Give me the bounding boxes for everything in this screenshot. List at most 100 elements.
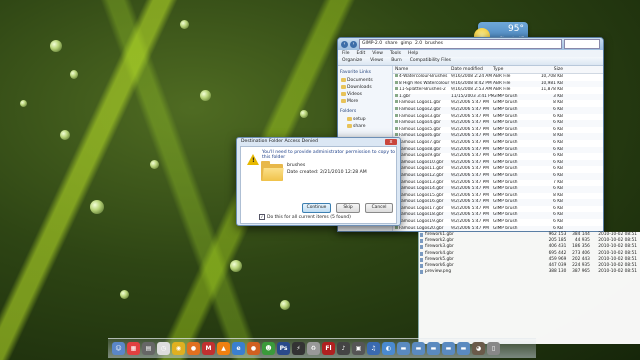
vlc-icon[interactable]: ▲	[217, 342, 230, 355]
cancel-button[interactable]: Cancel	[365, 203, 393, 213]
burn-button[interactable]: Burn	[391, 57, 402, 65]
forward-arrow-icon[interactable]: ›	[350, 40, 357, 48]
folder4-icon[interactable]: ▬	[442, 342, 455, 355]
cell-type: GIMP brush	[493, 113, 518, 119]
sidebar-item-more[interactable]: More	[340, 98, 390, 105]
folder2-icon[interactable]: ▬	[412, 342, 425, 355]
search-input[interactable]	[564, 39, 600, 49]
menu-view[interactable]: View	[372, 50, 383, 57]
tree-item-setup[interactable]: setup	[346, 116, 390, 123]
tree-item-share[interactable]: share	[346, 123, 390, 130]
table-row[interactable]: Famous Logos12.gbr 9/2/2006 5:47 PM GIMP b…	[393, 172, 603, 180]
folder5-icon[interactable]: ▬	[457, 342, 470, 355]
cell-name: Famous Logos8.gbr	[393, 147, 451, 154]
breadcrumb-item[interactable]: gimp	[401, 40, 412, 48]
breadcrumb-item[interactable]: share	[385, 40, 397, 48]
table-row[interactable]: Famous Logos7.gbr 9/2/2006 5:47 PM GIMP br…	[393, 140, 603, 147]
gimp-icon[interactable]: ◕	[472, 342, 485, 355]
cell-type: GIMP brush	[493, 133, 518, 139]
table-row[interactable]: Famous Logos4.gbr 9/2/2006 5:47 PM GIMP br…	[393, 120, 603, 127]
folder1-icon[interactable]: ▬	[397, 342, 410, 355]
calculator-icon[interactable]: ▤	[142, 342, 155, 355]
column-date[interactable]: Date modified	[451, 66, 493, 73]
media-icon[interactable]: ◐	[382, 342, 395, 355]
itunes-icon[interactable]: ♫	[367, 342, 380, 355]
cell-date: 9/2/2006 5:47 PM	[451, 219, 489, 225]
organize-button[interactable]: Organize	[342, 57, 362, 65]
table-row[interactable]: 11-Splatter-Brushes-2 9/16/2008 2:53 AM AB…	[393, 87, 603, 94]
continue-button[interactable]: Continue	[302, 203, 331, 213]
folders-header[interactable]: Folders	[340, 109, 390, 114]
folder3-icon[interactable]: ▬	[427, 342, 440, 355]
table-row[interactable]: Famous Logos10.gbr 9/2/2006 5:47 PM GIMP b…	[393, 159, 603, 167]
menu-help[interactable]: Help	[408, 50, 418, 57]
cell-type: GIMP brush	[493, 192, 518, 198]
table-row[interactable]: Famous Logos18.gbr 9/2/2006 5:47 PM GIMP b…	[393, 212, 603, 220]
clock-icon[interactable]: ◷	[157, 342, 170, 355]
finder-icon[interactable]: ☺	[112, 342, 125, 355]
back-arrow-icon[interactable]: ‹	[341, 40, 348, 48]
cell-type: GIMP brush	[493, 186, 518, 192]
sidebar-item-downloads[interactable]: Downloads	[340, 84, 390, 91]
table-row[interactable]: Famous Logos2.gbr 9/2/2006 5:47 PM GIMP br…	[393, 106, 603, 114]
skip-button[interactable]: Skip	[336, 203, 360, 213]
table-row[interactable]: 8 High Res Watercolour 9/16/2008 8:42 PM A…	[393, 80, 603, 88]
table-row[interactable]: Famous Logos6.gbr 9/2/2006 5:47 PM GIMP br…	[393, 133, 603, 140]
calendar-icon[interactable]: ▦	[127, 342, 140, 355]
menu-file[interactable]: File	[342, 50, 350, 57]
list-item[interactable]: preview.png 388 130 387 965 2010-10-02 08:5…	[419, 269, 640, 275]
menu-bar: File Edit View Tools Help	[338, 50, 603, 57]
winamp-icon[interactable]: ⚡	[292, 342, 305, 355]
table-row[interactable]: Famous Logos19.gbr 9/2/2006 5:47 PM GIMP b…	[393, 219, 603, 226]
chrome-icon[interactable]: ◉	[172, 342, 185, 355]
table-row[interactable]: Famous Logos13.gbr 9/2/2006 5:47 PM GIMP b…	[393, 180, 603, 187]
firefox2-icon[interactable]: ●	[247, 342, 260, 355]
views-button[interactable]: Views	[370, 57, 383, 65]
access-denied-dialog[interactable]: Destination Folder Access Denied x ! You…	[236, 137, 401, 226]
cell-date: 9/16/2008 2:53 AM	[451, 87, 493, 93]
cell-type: GIMP brush	[493, 212, 518, 218]
breadcrumb-item[interactable]: brushes	[425, 40, 443, 48]
compatibility-files-button[interactable]: Compatibility Files	[410, 57, 451, 65]
messenger-icon[interactable]: ☻	[262, 342, 275, 355]
column-type[interactable]: Type	[493, 66, 535, 73]
column-size[interactable]: Size	[535, 66, 563, 73]
table-row[interactable]: Famous Logos9.gbr 9/2/2006 5:47 PM GIMP br…	[393, 153, 603, 160]
trash-icon[interactable]: ▯	[487, 342, 500, 355]
breadcrumb-item[interactable]: GIMP-2.0	[362, 40, 382, 48]
explorer-icon[interactable]: ▣	[352, 342, 365, 355]
table-row[interactable]: 4-Watercolour-Brushes 9/16/2008 2:24 AM AB…	[393, 74, 603, 81]
menu-edit[interactable]: Edit	[357, 50, 366, 57]
gmail-icon[interactable]: M	[202, 342, 215, 355]
breadcrumb-item[interactable]: 2.0	[415, 40, 422, 48]
table-row[interactable]: Famous Logos14.gbr 9/2/2006 5:47 PM GIMP b…	[393, 186, 603, 193]
audio-icon[interactable]: ♪	[337, 342, 350, 355]
flash-icon[interactable]: Fl	[322, 342, 335, 355]
sidebar-item-documents[interactable]: Documents	[340, 77, 390, 84]
close-button[interactable]: x	[385, 139, 397, 145]
table-row[interactable]: Famous Logos17.gbr 9/2/2006 5:47 PM GIMP b…	[393, 206, 603, 213]
table-row[interactable]: Famous Logos16.gbr 9/2/2006 5:47 PM GIMP b…	[393, 199, 603, 206]
table-row[interactable]: Famous Logos1.gbr 9/2/2006 5:47 PM GIMP br…	[393, 100, 603, 107]
table-row[interactable]: Famous Logos11.gbr 9/2/2006 5:47 PM GIMP b…	[393, 166, 603, 173]
breadcrumb[interactable]: GIMP-2.0 share gimp 2.0 brushes	[359, 39, 562, 49]
menu-tools[interactable]: Tools	[390, 50, 401, 57]
photoshop-icon[interactable]: Ps	[277, 342, 290, 355]
cell-name: Famous Logos4.gbr	[393, 120, 451, 127]
checkbox-box[interactable]: ✓	[259, 214, 265, 220]
apply-all-checkbox[interactable]: ✓ Do this for all current items (5 found…	[259, 214, 351, 220]
cell-name: Famous Logos17.gbr	[393, 206, 451, 213]
sidebar-item-videos[interactable]: Videos	[340, 91, 390, 98]
table-row[interactable]: Famous Logos3.gbr 9/2/2006 5:47 PM GIMP br…	[393, 114, 603, 121]
column-name[interactable]: Name	[393, 66, 451, 73]
firefox-icon[interactable]: ●	[187, 342, 200, 355]
table-row[interactable]: Famous Logos8.gbr 9/2/2006 5:47 PM GIMP br…	[393, 146, 603, 154]
ie-icon[interactable]: e	[232, 342, 245, 355]
cell-type: ABR File	[493, 80, 511, 86]
cell-s2: 387 965	[572, 269, 590, 275]
table-row[interactable]: 1.gbr 11/15/2003 3:41 PM GIMP brush 3 KB	[393, 93, 603, 101]
cell-type: GIMP brush	[493, 153, 518, 159]
recycle-icon[interactable]: ♻	[307, 342, 320, 355]
table-row[interactable]: Famous Logos15.gbr 9/2/2006 5:47 PM GIMP b…	[393, 193, 603, 200]
table-row[interactable]: Famous Logos5.gbr 9/2/2006 5:47 PM GIMP br…	[393, 127, 603, 134]
